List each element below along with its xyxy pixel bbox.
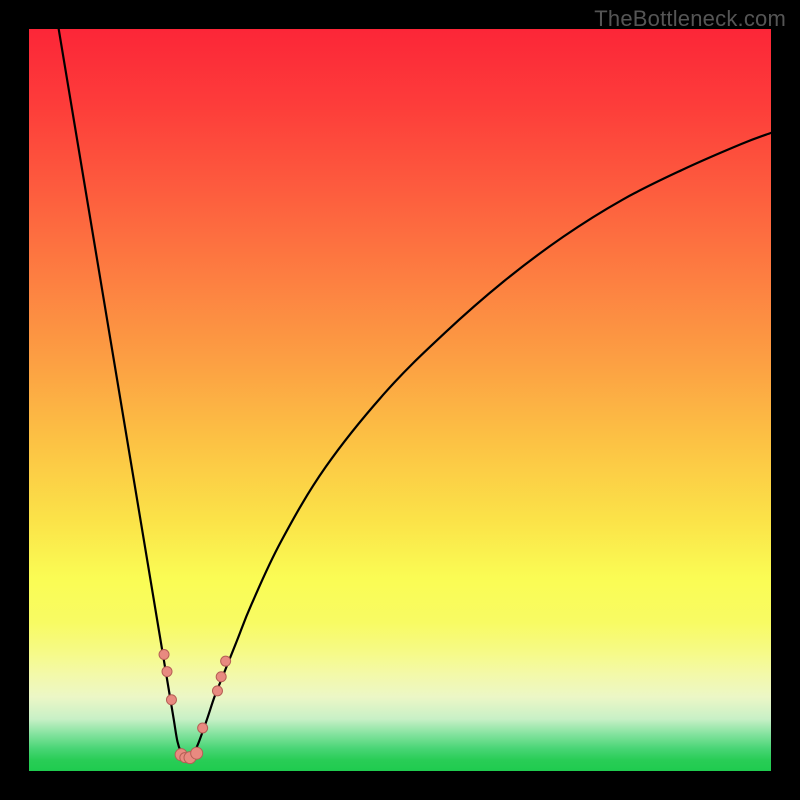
bottleneck-curve	[59, 29, 771, 758]
chart-svg	[29, 29, 771, 771]
curve-marker	[162, 667, 172, 677]
curve-markers	[159, 650, 231, 764]
curve-marker	[191, 747, 203, 759]
curve-marker	[166, 695, 176, 705]
curve-marker	[198, 723, 208, 733]
plot-area	[29, 29, 771, 771]
curve-marker	[212, 686, 222, 696]
curve-marker	[221, 656, 231, 666]
app-frame: TheBottleneck.com	[0, 0, 800, 800]
curve-marker	[216, 672, 226, 682]
curve-marker	[159, 650, 169, 660]
